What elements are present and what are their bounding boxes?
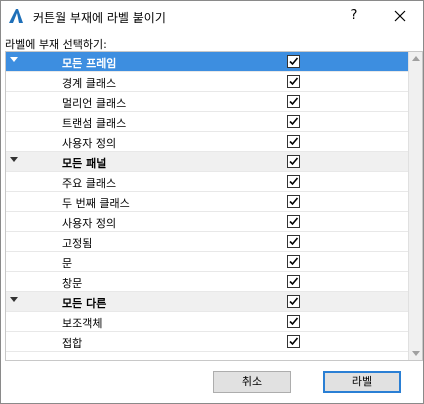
- label-button[interactable]: 라벨: [323, 371, 401, 393]
- row-checkbox[interactable]: [287, 175, 300, 188]
- checkmark-icon: [289, 97, 299, 106]
- tree-item-row[interactable]: 고정됨: [6, 232, 408, 252]
- tree-item-row[interactable]: 사용자 정의: [6, 212, 408, 232]
- window-title: 커튼월 부재에 라벨 붙이기: [33, 11, 166, 25]
- checkmark-icon: [289, 337, 299, 346]
- close-icon: [394, 10, 406, 22]
- checkmark-icon: [289, 237, 299, 246]
- tree-item-row[interactable]: 보조객체: [6, 312, 408, 332]
- tree-rows: 모든 프레임 경계 클래스 멀리언 클래스 트랜섬 클래스 사용자 정의 모든 패널 주요 …: [6, 52, 408, 352]
- row-checkbox[interactable]: [287, 115, 300, 128]
- row-checkbox[interactable]: [287, 75, 300, 88]
- tree-item-row[interactable]: 문: [6, 252, 408, 272]
- row-checkbox[interactable]: [287, 155, 300, 168]
- row-checkbox[interactable]: [287, 55, 300, 68]
- checkmark-icon: [289, 157, 299, 166]
- row-label: 모든 프레임: [62, 57, 117, 70]
- checkmark-icon: [289, 217, 299, 226]
- row-label: 모든 패널: [62, 157, 107, 170]
- tree-item-row[interactable]: 트랜섬 클래스: [6, 112, 408, 132]
- tree-item-row[interactable]: 멀리언 클래스: [6, 92, 408, 112]
- row-label: 경계 클래스: [62, 77, 117, 90]
- title-bar: 커튼월 부재에 라벨 붙이기 ?: [1, 1, 423, 31]
- checkmark-icon: [289, 197, 299, 206]
- row-label: 보조객체: [62, 317, 103, 330]
- row-checkbox[interactable]: [287, 195, 300, 208]
- checkmark-icon: [289, 117, 299, 126]
- row-checkbox[interactable]: [287, 235, 300, 248]
- tree-group-row[interactable]: 모든 프레임: [6, 52, 408, 72]
- tree-item-row[interactable]: 주요 클래스: [6, 172, 408, 192]
- dialog-window: 커튼월 부재에 라벨 붙이기 ? 라벨에 부재 선택하기: 모든 프레임경계 클…: [0, 0, 424, 404]
- row-checkbox[interactable]: [287, 135, 300, 148]
- row-label: 고정됨: [62, 237, 93, 250]
- cancel-button[interactable]: 취소: [213, 371, 291, 393]
- row-checkbox[interactable]: [287, 275, 300, 288]
- row-label: 멀리언 클래스: [62, 97, 127, 110]
- row-checkbox[interactable]: [287, 95, 300, 108]
- row-label: 사용자 정의: [62, 217, 117, 230]
- checkmark-icon: [289, 297, 299, 306]
- row-checkbox[interactable]: [287, 335, 300, 348]
- archicad-logo-icon: [7, 7, 25, 25]
- checkmark-icon: [289, 257, 299, 266]
- row-label: 두 번째 클래스: [62, 197, 130, 210]
- scroll-up-icon[interactable]: [412, 56, 420, 61]
- row-label: 접합: [62, 337, 83, 350]
- checkmark-icon: [289, 277, 299, 286]
- checkmark-icon: [289, 317, 299, 326]
- row-label: 사용자 정의: [62, 137, 117, 150]
- element-tree-list[interactable]: 모든 프레임 경계 클래스 멀리언 클래스 트랜섬 클래스 사용자 정의 모든 패널 주요 …: [5, 51, 423, 361]
- row-label: 모든 다른: [62, 297, 107, 310]
- checkmark-icon: [289, 177, 299, 186]
- checkmark-icon: [289, 77, 299, 86]
- checkmark-icon: [289, 137, 299, 146]
- expand-arrow-icon[interactable]: [10, 57, 18, 62]
- row-checkbox[interactable]: [287, 315, 300, 328]
- expand-arrow-icon[interactable]: [10, 157, 18, 162]
- close-button[interactable]: [385, 5, 415, 27]
- row-checkbox[interactable]: [287, 295, 300, 308]
- row-label: 트랜섬 클래스: [62, 117, 127, 130]
- tree-group-row[interactable]: 모든 패널: [6, 152, 408, 172]
- row-checkbox[interactable]: [287, 255, 300, 268]
- scroll-down-icon[interactable]: [412, 351, 420, 356]
- expand-arrow-icon[interactable]: [10, 297, 18, 302]
- tree-item-row[interactable]: 사용자 정의: [6, 132, 408, 152]
- row-label: 창문: [62, 277, 83, 290]
- tree-item-row[interactable]: 창문: [6, 272, 408, 292]
- tree-item-row[interactable]: 두 번째 클래스: [6, 192, 408, 212]
- instruction-label: 라벨에 부재 선택하기:: [5, 38, 107, 51]
- tree-group-row[interactable]: 모든 다른: [6, 292, 408, 312]
- row-label: 문: [62, 257, 73, 270]
- tree-item-row[interactable]: 접합: [6, 332, 408, 352]
- tree-item-row[interactable]: 경계 클래스: [6, 72, 408, 92]
- checkmark-icon: [289, 57, 299, 66]
- row-checkbox[interactable]: [287, 215, 300, 228]
- vertical-scrollbar[interactable]: [408, 52, 422, 360]
- row-label: 주요 클래스: [62, 177, 117, 190]
- help-button[interactable]: ?: [339, 5, 369, 27]
